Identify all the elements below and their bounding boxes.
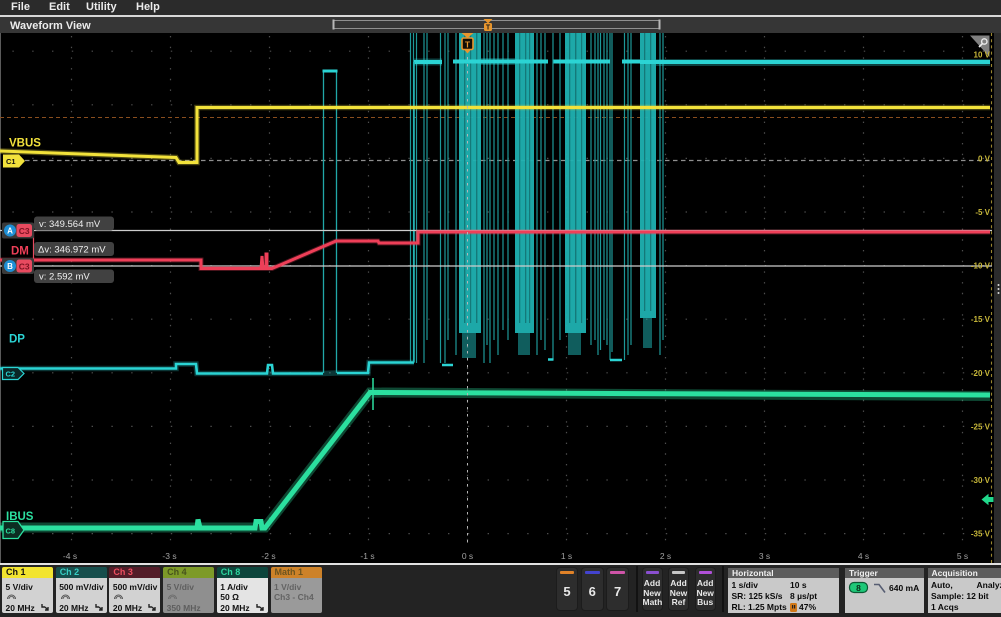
svg-text:4 s: 4 s bbox=[858, 551, 869, 561]
svg-text:VBUS: VBUS bbox=[9, 138, 41, 150]
svg-text:8: 8 bbox=[856, 582, 861, 592]
svg-text:-30 V: -30 V bbox=[971, 476, 991, 485]
svg-text:DP: DP bbox=[9, 334, 25, 346]
svg-text:C2: C2 bbox=[6, 370, 16, 379]
svg-text:C3: C3 bbox=[19, 261, 30, 271]
svg-text:-20 V: -20 V bbox=[971, 369, 991, 378]
svg-text:2 s: 2 s bbox=[660, 551, 671, 561]
svg-text:0 V: 0 V bbox=[978, 155, 991, 164]
svg-text:0 s: 0 s bbox=[462, 551, 473, 561]
svg-text:-15 V: -15 V bbox=[971, 315, 991, 324]
svg-text:v: 2.592 mV: v: 2.592 mV bbox=[39, 272, 90, 283]
svg-text:5 s: 5 s bbox=[957, 551, 968, 561]
svg-text:-3 s: -3 s bbox=[162, 551, 176, 561]
svg-text:DM: DM bbox=[11, 246, 29, 258]
svg-text:10 V: 10 V bbox=[974, 51, 991, 60]
svg-text:-2 s: -2 s bbox=[261, 551, 275, 561]
svg-text:C8: C8 bbox=[6, 527, 16, 536]
svg-text:-1 s: -1 s bbox=[360, 551, 374, 561]
svg-text:-10 V: -10 V bbox=[971, 262, 991, 271]
svg-text:-25 V: -25 V bbox=[971, 422, 991, 431]
svg-text:Δv: 346.972 mV: Δv: 346.972 mV bbox=[38, 244, 106, 255]
svg-text:640 mA: 640 mA bbox=[889, 583, 919, 593]
svg-text:-35 V: -35 V bbox=[971, 530, 991, 539]
svg-text:C3: C3 bbox=[19, 226, 30, 236]
svg-text:A: A bbox=[7, 227, 13, 236]
svg-text:3 s: 3 s bbox=[759, 551, 770, 561]
svg-text:B: B bbox=[7, 262, 13, 271]
svg-text:v: 349.564 mV: v: 349.564 mV bbox=[39, 219, 101, 230]
svg-text:C1: C1 bbox=[6, 157, 16, 166]
svg-text:T: T bbox=[465, 40, 471, 50]
svg-text:-4 s: -4 s bbox=[63, 551, 77, 561]
svg-text:1 s: 1 s bbox=[561, 551, 572, 561]
svg-text:-5 V: -5 V bbox=[975, 208, 990, 217]
